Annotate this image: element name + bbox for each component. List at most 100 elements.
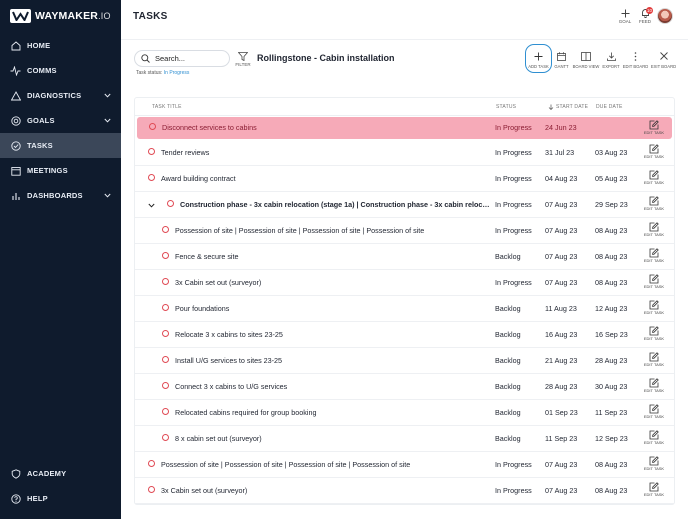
task-complete-toggle[interactable] [148, 460, 155, 467]
column-status[interactable]: STATUS [496, 104, 516, 110]
task-title[interactable]: Relocated cabins required for group book… [175, 408, 490, 417]
edit-task-button[interactable]: EDIT TASK [642, 273, 666, 289]
task-status-value[interactable]: In Progress [164, 70, 190, 76]
table-row[interactable]: Relocated cabins required for group book… [135, 400, 674, 426]
edit-task-button[interactable]: EDIT TASK [642, 455, 666, 471]
edit-task-button[interactable]: EDIT TASK [642, 325, 666, 341]
edit-task-button[interactable]: EDIT TASK [642, 377, 666, 393]
search-box[interactable] [134, 50, 230, 67]
task-complete-toggle[interactable] [148, 148, 155, 155]
sidebar-item-tasks[interactable]: TASKS [0, 133, 121, 158]
export-button[interactable]: EXPORT [601, 50, 621, 69]
sort-arrow-icon [548, 104, 554, 110]
column-task-title[interactable]: TASK TITLE [152, 104, 182, 110]
edit-task-button[interactable]: EDIT TASK [642, 169, 666, 185]
table-row[interactable]: Construction phase - 3x cabin relocation… [135, 192, 674, 218]
table-row[interactable]: Possession of site | Possession of site … [135, 218, 674, 244]
sidebar-item-academy[interactable]: ACADEMY [0, 461, 121, 486]
task-title[interactable]: 3x Cabin set out (surveyor) [175, 278, 490, 287]
edit-task-button[interactable]: EDIT TASK [642, 351, 666, 367]
edit-task-button[interactable]: EDIT TASK [642, 403, 666, 419]
task-title[interactable]: Award building contract [161, 174, 490, 183]
task-title[interactable]: 3x Cabin set out (surveyor) [161, 486, 490, 495]
table-row[interactable]: Award building contract In Progress 04 Aug… [135, 166, 674, 192]
edit-task-button[interactable]: EDIT TASK [642, 143, 666, 159]
task-due-date: 05 Aug 23 [595, 174, 628, 183]
sidebar-item-diagnostics[interactable]: DIAGNOSTICS [0, 83, 121, 108]
gantt-button[interactable]: GANTT [553, 50, 570, 69]
table-row[interactable]: Install U/G services to sites 23-25 Backl… [135, 348, 674, 374]
table-row[interactable]: Possession of site | Possession of site … [135, 452, 674, 478]
task-title[interactable]: Disconnect services to cabins [162, 123, 492, 132]
table-row[interactable]: 3x Cabin set out (surveyor) In Progress 07… [135, 478, 674, 504]
chevron-down-icon[interactable] [148, 201, 155, 210]
sidebar-item-home[interactable]: HOME [0, 33, 121, 58]
task-complete-toggle[interactable] [148, 486, 155, 493]
task-status: Backlog [495, 252, 521, 261]
task-complete-toggle[interactable] [148, 174, 155, 181]
task-title[interactable]: Pour foundations [175, 304, 490, 313]
user-avatar[interactable] [657, 8, 673, 24]
task-title[interactable]: Relocate 3 x cabins to sites 23-25 [175, 330, 490, 339]
task-title[interactable]: Connect 3 x cabins to U/G services [175, 382, 490, 391]
filter-button[interactable]: FILTER [235, 51, 251, 67]
task-status: Backlog [495, 330, 521, 339]
task-complete-toggle[interactable] [162, 356, 169, 363]
task-title[interactable]: Fence & secure site [175, 252, 490, 261]
sidebar-item-help[interactable]: HELP [0, 486, 121, 511]
add-task-button[interactable]: ADD TASK [525, 44, 552, 73]
edit-task-button[interactable]: EDIT TASK [642, 247, 666, 263]
task-complete-toggle[interactable] [162, 278, 169, 285]
edit-task-button[interactable]: EDIT TASK [642, 429, 666, 445]
task-complete-toggle[interactable] [162, 408, 169, 415]
column-start-date[interactable]: START DATE [548, 104, 588, 110]
table-row[interactable]: Connect 3 x cabins to U/G services Backlo… [135, 374, 674, 400]
task-title[interactable]: Possession of site | Possession of site … [175, 226, 490, 235]
task-title[interactable]: Tender reviews [161, 148, 490, 157]
edit-icon [642, 377, 666, 388]
sidebar-item-comms[interactable]: COMMS [0, 58, 121, 83]
table-row[interactable]: Tender reviews In Progress 31 Jul 23 03 Aug… [135, 140, 674, 166]
chevron-down-icon[interactable] [104, 91, 111, 100]
edit-task-button[interactable]: EDIT TASK [642, 299, 666, 315]
task-complete-toggle[interactable] [167, 200, 174, 207]
table-row[interactable]: 8 x cabin set out (surveyor) Backlog 11 Se… [135, 426, 674, 452]
table-row[interactable]: 3x Cabin set out (surveyor) In Progress 07… [135, 270, 674, 296]
task-complete-toggle[interactable] [162, 304, 169, 311]
goal-button[interactable]: GOAL [615, 7, 635, 24]
task-complete-toggle[interactable] [162, 252, 169, 259]
task-title[interactable]: Construction phase - 3x cabin relocation… [180, 200, 490, 209]
task-complete-toggle[interactable] [149, 123, 156, 130]
edit-board-button[interactable]: EDIT BOARD [622, 50, 649, 69]
chevron-down-icon[interactable] [104, 191, 111, 200]
task-status: In Progress [495, 123, 532, 132]
chevron-down-icon[interactable] [104, 116, 111, 125]
task-title[interactable]: 8 x cabin set out (surveyor) [175, 434, 490, 443]
exit-board-button[interactable]: EXIT BOARD [650, 50, 677, 69]
task-due-date: 03 Aug 23 [595, 148, 628, 157]
feed-button[interactable]: 10 FEED [635, 7, 655, 24]
task-complete-toggle[interactable] [162, 434, 169, 441]
column-due-date[interactable]: DUE DATE [596, 104, 623, 110]
task-title[interactable]: Possession of site | Possession of site … [161, 460, 490, 469]
sidebar-item-dashboards[interactable]: DASHBOARDS [0, 183, 121, 208]
task-title[interactable]: Install U/G services to sites 23-25 [175, 356, 490, 365]
table-row[interactable]: Pour foundations Backlog 11 Aug 23 12 Aug 2… [135, 296, 674, 322]
table-row[interactable]: Relocate 3 x cabins to sites 23-25 Backlo… [135, 322, 674, 348]
waymaker-logo[interactable]: WAYMAKER.IO [10, 8, 111, 24]
board-view-button[interactable]: BOARD VIEW [572, 50, 600, 69]
edit-task-button[interactable]: EDIT TASK [642, 195, 666, 211]
edit-task-button[interactable]: EDIT TASK [642, 119, 666, 135]
edit-task-button[interactable]: EDIT TASK [642, 221, 666, 237]
table-row[interactable]: Fence & secure site Backlog 07 Aug 23 08 Au… [135, 244, 674, 270]
search-input[interactable] [155, 54, 225, 63]
task-start-date: 01 Sep 23 [545, 408, 578, 417]
edit-task-button[interactable]: EDIT TASK [642, 481, 666, 497]
sidebar-item-meetings[interactable]: MEETINGS [0, 158, 121, 183]
table-row[interactable]: Disconnect services to cabins In Progress… [137, 117, 672, 139]
task-complete-toggle[interactable] [162, 330, 169, 337]
task-complete-toggle[interactable] [162, 226, 169, 233]
task-complete-toggle[interactable] [162, 382, 169, 389]
sidebar-item-goals[interactable]: GOALS [0, 108, 121, 133]
task-status-filter[interactable]: Task status: In Progress [136, 70, 189, 76]
